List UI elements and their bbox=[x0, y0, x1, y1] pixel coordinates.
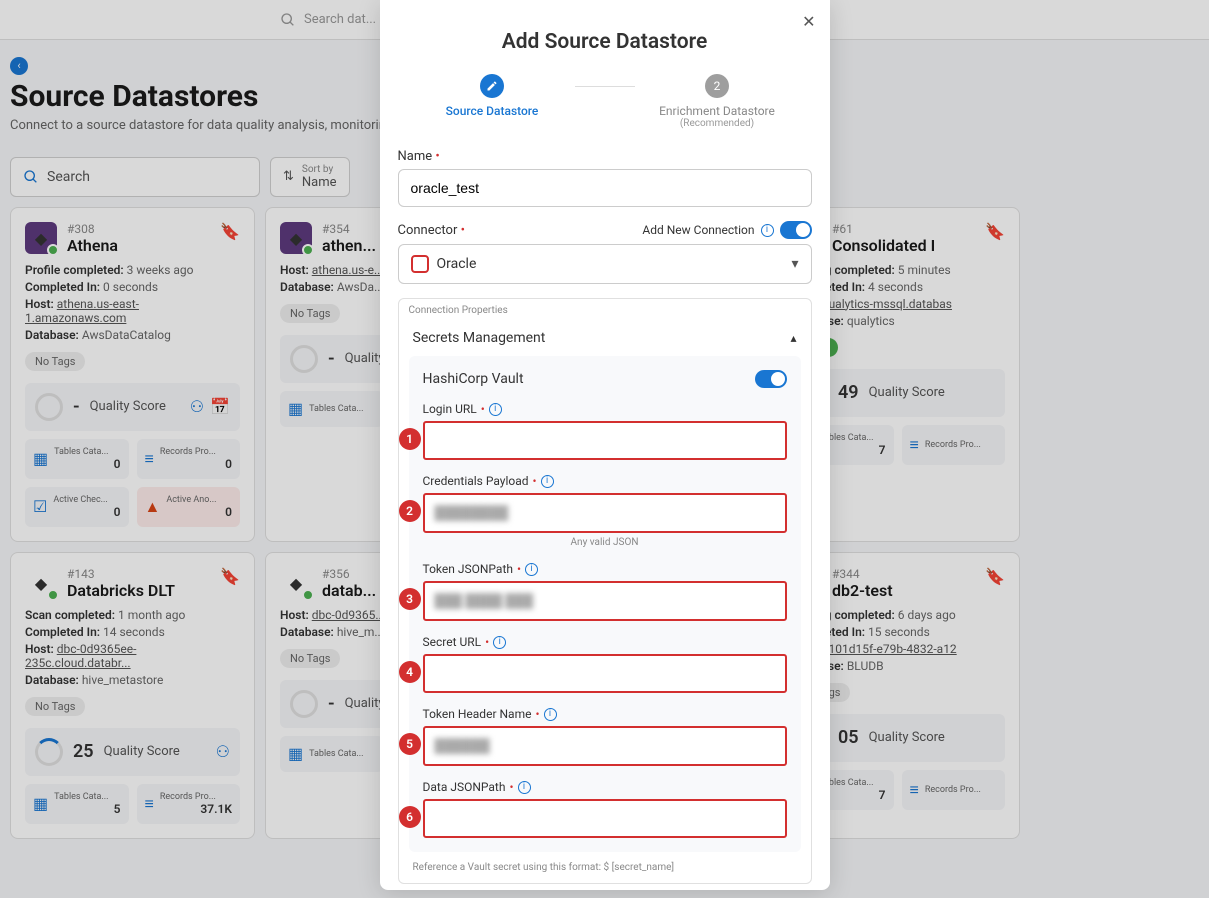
stepper: Source Datastore 2 Enrichment Datastore … bbox=[380, 74, 830, 129]
info-icon[interactable]: i bbox=[541, 475, 554, 488]
step-2-label: Enrichment Datastore bbox=[635, 104, 800, 118]
secret-url-input[interactable] bbox=[423, 654, 787, 693]
badge-1: 1 bbox=[399, 428, 421, 450]
token-header-input[interactable]: ██████ bbox=[423, 726, 787, 766]
hashicorp-toggle[interactable] bbox=[755, 370, 787, 388]
connection-properties-label: Connection Properties bbox=[399, 299, 811, 320]
login-url-input[interactable] bbox=[423, 421, 787, 460]
info-icon[interactable]: i bbox=[525, 563, 538, 576]
info-icon[interactable]: i bbox=[761, 224, 774, 237]
add-connection-label: Add New Connection bbox=[642, 223, 754, 237]
badge-5: 5 bbox=[399, 733, 421, 755]
badge-3: 3 bbox=[399, 588, 421, 610]
vault-reference-note: Reference a Vault secret using this form… bbox=[399, 862, 811, 883]
close-icon[interactable]: ✕ bbox=[802, 12, 815, 31]
connector-select[interactable]: Oracle bbox=[398, 244, 812, 284]
add-connection-toggle[interactable] bbox=[780, 221, 812, 239]
pencil-icon bbox=[486, 80, 498, 92]
badge-6: 6 bbox=[399, 806, 421, 828]
info-icon[interactable]: i bbox=[489, 403, 502, 416]
name-label: Name • bbox=[398, 149, 812, 164]
step-1-circle[interactable] bbox=[480, 74, 504, 98]
data-jsonpath-input[interactable] bbox=[423, 799, 787, 838]
credentials-payload-input[interactable]: ████████ bbox=[423, 493, 787, 533]
badge-2: 2 bbox=[399, 500, 421, 522]
step-2-circle[interactable]: 2 bbox=[705, 74, 729, 98]
add-source-datastore-modal: ✕ Add Source Datastore Source Datastore … bbox=[380, 0, 830, 890]
badge-4: 4 bbox=[399, 661, 421, 683]
info-icon[interactable]: i bbox=[493, 636, 506, 649]
token-jsonpath-input[interactable]: ███ ████ ███ bbox=[423, 581, 787, 621]
info-icon[interactable]: i bbox=[544, 708, 557, 721]
secrets-management-section[interactable]: Secrets Management ▴ bbox=[399, 320, 811, 356]
name-input[interactable] bbox=[398, 169, 812, 207]
modal-title: Add Source Datastore bbox=[380, 18, 830, 54]
oracle-icon bbox=[411, 255, 429, 273]
connector-label: Connector • bbox=[398, 223, 466, 238]
info-icon[interactable]: i bbox=[518, 781, 531, 794]
chevron-up-icon: ▴ bbox=[790, 331, 796, 345]
hashicorp-label: HashiCorp Vault bbox=[423, 371, 524, 387]
step-1-label: Source Datastore bbox=[410, 104, 575, 118]
